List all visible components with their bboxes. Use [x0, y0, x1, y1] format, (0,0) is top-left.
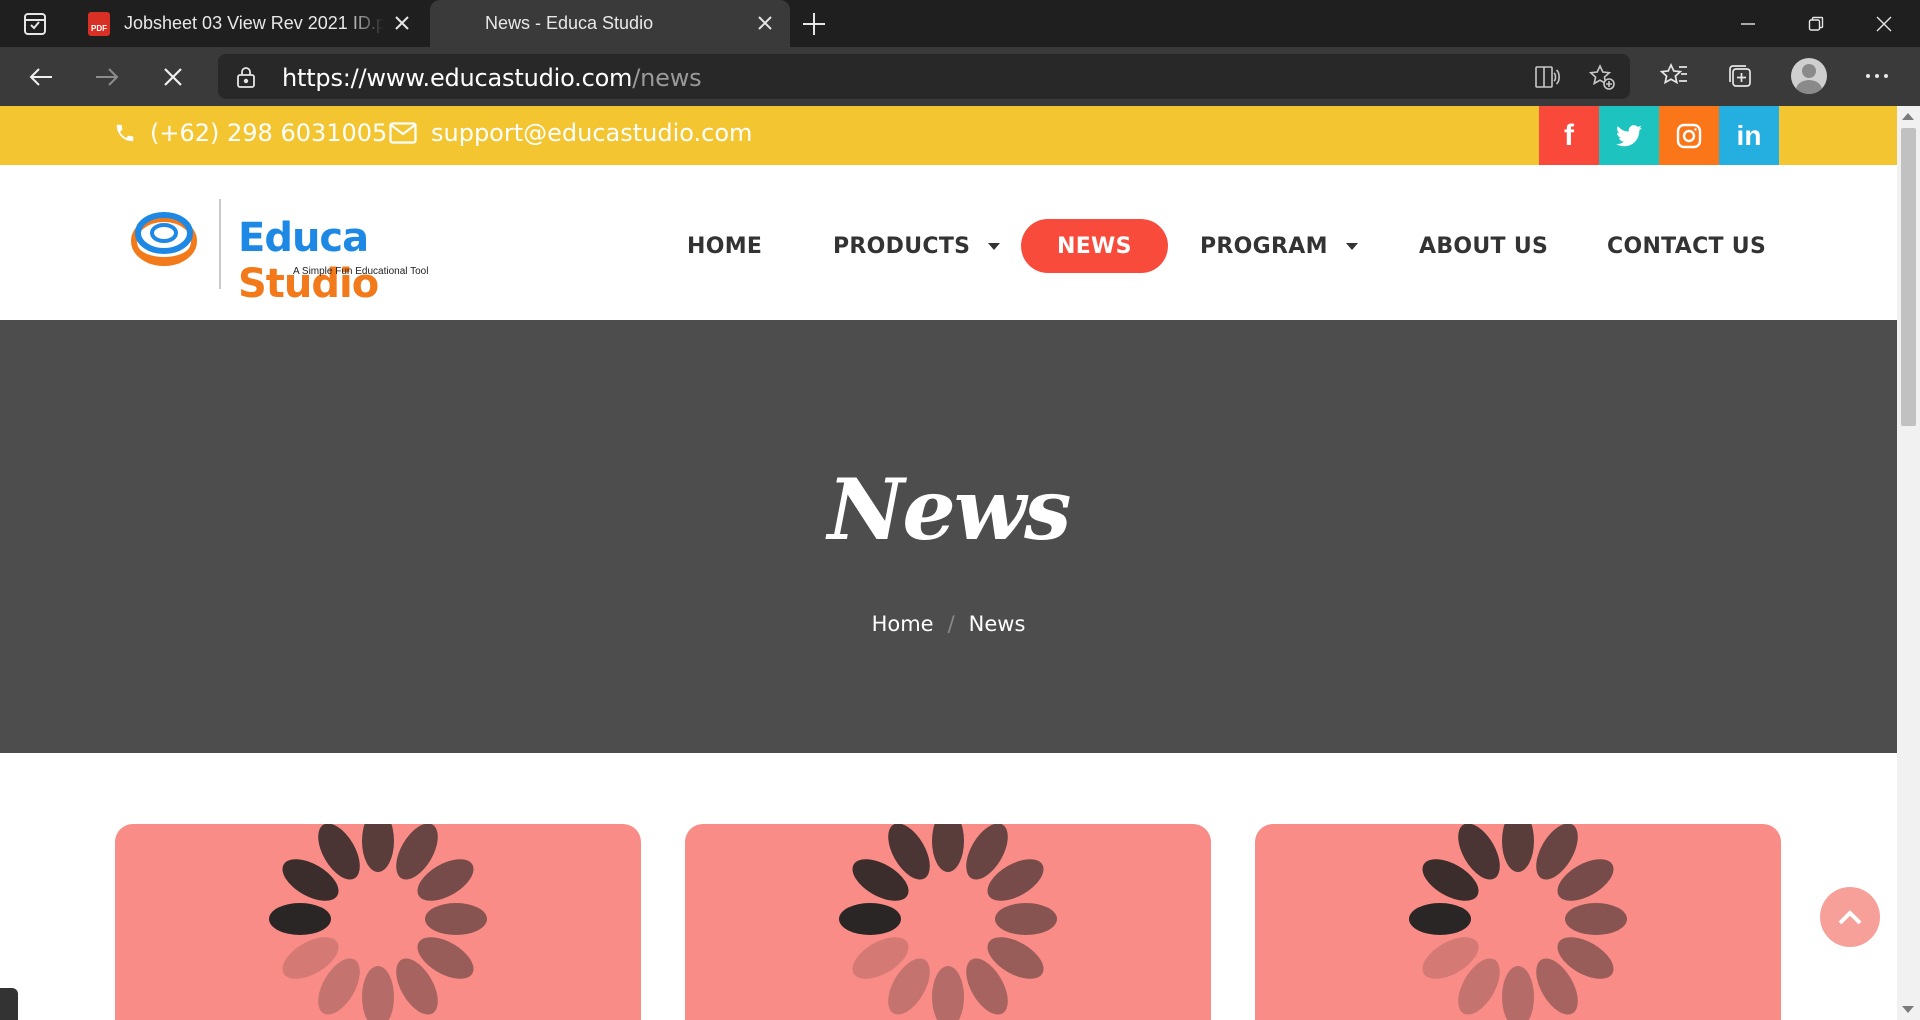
- logo-tagline: A Simple Fun Educational Tool: [293, 266, 429, 277]
- nav-label: PROGRAM: [1200, 233, 1328, 259]
- page-hero: News Home / News: [0, 320, 1897, 753]
- spinner-petal: [1502, 966, 1534, 1020]
- url-host: https://www.educastudio.com: [282, 64, 633, 92]
- spinner-petal: [1565, 903, 1627, 935]
- back-to-top-button[interactable]: [1820, 887, 1880, 947]
- breadcrumb-separator: /: [947, 612, 955, 636]
- tab-actions-icon[interactable]: [22, 11, 48, 37]
- favorites-icon[interactable]: [1659, 61, 1689, 91]
- url-path: /news: [632, 64, 702, 92]
- page-scrollbar[interactable]: [1897, 106, 1920, 1020]
- twitter-icon: [1616, 124, 1642, 146]
- close-icon[interactable]: [754, 12, 776, 34]
- address-bar[interactable]: https://www.educastudio.com/news: [218, 54, 1630, 99]
- loading-spinner-icon: [269, 824, 487, 1020]
- facebook-icon: f: [1564, 118, 1574, 152]
- scroll-up-arrow-icon[interactable]: [1902, 113, 1914, 120]
- spinner-petal: [932, 824, 964, 872]
- nav-contact-us[interactable]: CONTACT US: [1607, 219, 1766, 273]
- spinner-petal: [1409, 903, 1471, 935]
- spinner-petal: [362, 966, 394, 1020]
- dropdown-caret-icon: [1345, 242, 1358, 250]
- news-card[interactable]: [685, 824, 1211, 1020]
- phone-icon: [116, 124, 134, 142]
- dropdown-caret-icon: [988, 242, 1001, 250]
- nav-label: PRODUCTS: [833, 233, 971, 259]
- back-icon[interactable]: [26, 62, 56, 92]
- restore-button[interactable]: [1782, 0, 1850, 47]
- pdf-icon: PDF: [88, 11, 110, 36]
- phone-contact[interactable]: (+62) 298 6031005: [114, 119, 387, 147]
- forward-icon[interactable]: [92, 62, 122, 92]
- breadcrumb-home[interactable]: Home: [872, 612, 934, 636]
- phone-number: (+62) 298 6031005: [150, 119, 388, 147]
- minimize-button[interactable]: [1714, 0, 1782, 47]
- url-text[interactable]: https://www.educastudio.com/news: [282, 64, 702, 92]
- close-icon[interactable]: [391, 12, 413, 34]
- spinner-petal: [932, 966, 964, 1020]
- page-title: News: [827, 460, 1072, 559]
- profile-avatar[interactable]: [1791, 58, 1827, 94]
- new-tab-icon[interactable]: [800, 10, 828, 38]
- chevron-up-icon: [1838, 910, 1862, 925]
- spinner-petal: [995, 903, 1057, 935]
- linkedin-link[interactable]: in: [1719, 106, 1779, 165]
- logo-swirl-icon: [131, 212, 197, 266]
- nav-home[interactable]: HOME: [687, 219, 762, 273]
- email-address: support@educastudio.com: [431, 119, 753, 147]
- nav-about-us[interactable]: ABOUT US: [1419, 219, 1548, 273]
- linkedin-icon: in: [1736, 119, 1762, 151]
- collections-icon[interactable]: [1725, 61, 1755, 91]
- loading-spinner-icon: [1409, 824, 1627, 1020]
- tab-label: News - Educa Studio: [485, 13, 654, 33]
- tab-label: Jobsheet 03 View Rev 2021 ID.pdf: [124, 13, 384, 33]
- instagram-icon: [1676, 123, 1702, 148]
- browser-titlebar: PDF Jobsheet 03 View Rev 2021 ID.pdf New…: [0, 0, 1920, 47]
- nav-program[interactable]: PROGRAM: [1200, 219, 1358, 273]
- contact-topbar: (+62) 298 6031005 support@educastudio.co…: [0, 106, 1897, 165]
- side-widget-tab[interactable]: [0, 988, 18, 1020]
- news-card[interactable]: [115, 824, 641, 1020]
- envelope-icon: [389, 122, 417, 144]
- logo-divider: [219, 199, 221, 289]
- twitter-link[interactable]: [1599, 106, 1659, 165]
- spinner-petal: [362, 824, 394, 872]
- news-card[interactable]: [1255, 824, 1781, 1020]
- spinner-petal: [1502, 824, 1534, 872]
- nav-label: NEWS: [1057, 233, 1132, 259]
- read-aloud-icon[interactable]: [1534, 64, 1560, 90]
- spinner-petal: [425, 903, 487, 935]
- site-header: Educa Studio A Simple Fun Educational To…: [0, 165, 1897, 320]
- nav-products[interactable]: PRODUCTS: [833, 219, 1001, 273]
- page-viewport: (+62) 298 6031005 support@educastudio.co…: [0, 106, 1897, 1020]
- nav-label: ABOUT US: [1419, 233, 1549, 259]
- spinner-petal: [839, 903, 901, 935]
- loading-spinner-icon: [839, 824, 1057, 1020]
- nav-label: CONTACT US: [1607, 233, 1767, 259]
- email-contact[interactable]: support@educastudio.com: [389, 119, 752, 147]
- instagram-link[interactable]: [1659, 106, 1719, 165]
- logo-word-educa: Educa: [238, 215, 369, 261]
- tab-pdf[interactable]: PDF Jobsheet 03 View Rev 2021 ID.pdf: [72, 0, 427, 47]
- close-icon: [1876, 16, 1892, 31]
- browser-toolbar: https://www.educastudio.com/news: [0, 47, 1920, 106]
- minimize-icon: [1741, 22, 1755, 25]
- nav-label: HOME: [687, 233, 763, 259]
- add-favorite-icon[interactable]: [1589, 64, 1615, 90]
- educa-studio-logo[interactable]: Educa Studio A Simple Fun Educational To…: [128, 197, 473, 307]
- tab-news[interactable]: News - Educa Studio: [430, 0, 790, 47]
- scroll-thumb[interactable]: [1901, 128, 1916, 426]
- spinner-petal: [269, 903, 331, 935]
- breadcrumb: Home / News: [0, 612, 1897, 636]
- logo-wordmark: Educa Studio: [238, 215, 473, 307]
- restore-icon: [1808, 16, 1824, 31]
- lock-icon[interactable]: [236, 66, 256, 88]
- stop-loading-icon[interactable]: [158, 62, 188, 92]
- facebook-link[interactable]: f: [1539, 106, 1599, 165]
- nav-news[interactable]: NEWS: [1021, 219, 1168, 273]
- window-close-button[interactable]: [1850, 0, 1918, 47]
- scroll-down-arrow-icon[interactable]: [1902, 1006, 1914, 1013]
- more-options-icon[interactable]: [1862, 61, 1892, 91]
- breadcrumb-current: News: [968, 612, 1026, 636]
